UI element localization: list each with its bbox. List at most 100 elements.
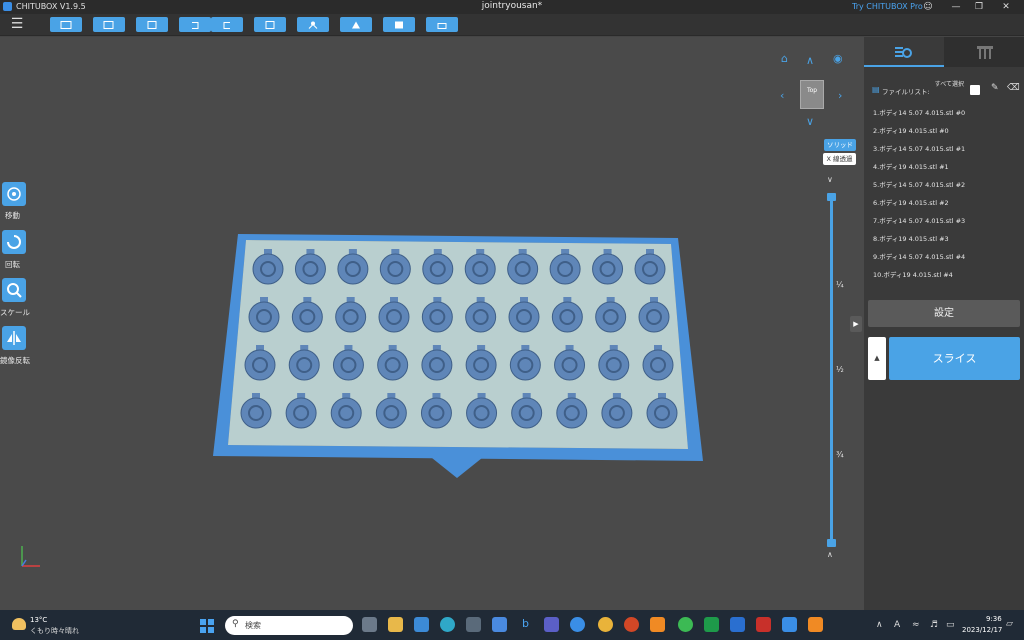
tab-slice-settings[interactable]	[864, 37, 944, 67]
3d-viewport[interactable]: 移動 回転 スケール 鏡像反転 ⌂ ∧ ◉ ‹ › ∨ Top ソリッド X 線…	[0, 37, 864, 610]
chitubox-taskbar-icon[interactable]	[570, 617, 585, 632]
app-icon[interactable]	[730, 617, 745, 632]
excel-icon[interactable]	[704, 617, 719, 632]
layer-slider-bottom-handle[interactable]	[827, 539, 836, 547]
export-button[interactable]	[254, 17, 286, 32]
file-list-item[interactable]: 6.ボディ19 4.015.stl #2	[873, 197, 949, 207]
file-explorer-icon[interactable]	[388, 617, 403, 632]
wifi-icon[interactable]: ≈	[912, 620, 920, 630]
xray-view-button[interactable]: X 線透過	[823, 153, 856, 165]
rotate-tool-button[interactable]	[2, 230, 26, 254]
slider-up-icon[interactable]: ∧	[827, 550, 833, 559]
export-icon	[265, 20, 275, 29]
mirror-tool-button[interactable]	[2, 326, 26, 350]
toolbar: ☰	[0, 14, 1024, 36]
rotate-icon	[7, 235, 21, 249]
weather-description[interactable]: くもり時々晴れ	[30, 626, 79, 636]
fusion-icon[interactable]	[650, 617, 665, 632]
clock-time[interactable]: 9:36	[986, 615, 1002, 623]
close-icon[interactable]: ✕	[1000, 1, 1012, 13]
start-icon[interactable]	[200, 618, 214, 633]
mail-icon[interactable]	[414, 617, 429, 632]
store-icon[interactable]	[466, 617, 481, 632]
scale-tool-button[interactable]	[2, 278, 26, 302]
file-list-item[interactable]: 10.ボディ19 4.015.stl #4	[873, 269, 953, 279]
hollow-button[interactable]	[340, 17, 372, 32]
delete-icon[interactable]: ⌫	[1007, 83, 1020, 93]
task-view-icon[interactable]	[362, 617, 377, 632]
acrobat-icon[interactable]	[756, 617, 771, 632]
home-view-icon[interactable]: ⌂	[781, 52, 788, 65]
right-panel: ▤ ファイルリスト: すべて選択 ✎ ⌫ 1.ボディ14 5.07 4.015.…	[864, 37, 1024, 610]
view-cube[interactable]: Top	[800, 80, 824, 109]
tab-support[interactable]	[944, 37, 1024, 67]
account-icon[interactable]: ☺	[922, 1, 934, 13]
rotate-left-icon[interactable]: ‹	[780, 89, 784, 102]
notification-icon[interactable]: ▱	[1006, 619, 1013, 629]
import-button[interactable]	[136, 17, 168, 32]
eye-icon[interactable]: ◉	[833, 52, 843, 65]
minimize-icon[interactable]: —	[950, 1, 962, 13]
file-list-item[interactable]: 8.ボディ19 4.015.stl #3	[873, 233, 949, 243]
layout-button[interactable]	[383, 17, 415, 32]
settings-button[interactable]: 設定	[868, 300, 1020, 327]
move-icon	[7, 187, 21, 201]
battery-icon[interactable]: ▭	[946, 620, 955, 630]
file-list-item[interactable]: 9.ボディ14 5.07 4.015.stl #4	[873, 251, 965, 261]
line-icon[interactable]	[678, 617, 693, 632]
file-list-icon: ▤	[872, 85, 880, 94]
rotate-up-icon[interactable]: ∧	[806, 54, 814, 67]
panel-collapse-button[interactable]: ▶	[850, 316, 862, 332]
chrome-icon[interactable]	[598, 617, 613, 632]
chevron-up-icon[interactable]: ∧	[876, 620, 883, 630]
volume-icon[interactable]: ♬	[930, 620, 938, 630]
clock-date[interactable]: 2023/12/17	[962, 626, 1002, 634]
layer-slider-track[interactable]	[830, 197, 833, 543]
photos-icon[interactable]	[492, 617, 507, 632]
ime-icon[interactable]: A	[894, 620, 900, 630]
try-pro-link[interactable]: Try CHITUBOX Pro	[852, 2, 923, 11]
print-icon	[437, 22, 447, 29]
slice-button[interactable]: スライス	[889, 337, 1020, 380]
solid-view-button[interactable]: ソリッド	[824, 139, 856, 151]
save-button[interactable]	[93, 17, 125, 32]
file-list-item[interactable]: 5.ボディ14 5.07 4.015.stl #2	[873, 179, 965, 189]
weather-icon[interactable]	[12, 618, 26, 630]
scale-icon	[7, 283, 22, 298]
print-button[interactable]	[426, 17, 458, 32]
file-list-item[interactable]: 7.ボディ14 5.07 4.015.stl #3	[873, 215, 965, 225]
file-list-item[interactable]: 4.ボディ19 4.015.stl #1	[873, 161, 949, 171]
rotate-right-icon[interactable]: ›	[838, 89, 842, 102]
mirror-icon	[7, 331, 21, 345]
weather-temperature[interactable]: 13°C	[30, 616, 47, 624]
rotate-down-icon[interactable]: ∨	[806, 115, 814, 128]
windows-taskbar	[0, 610, 1024, 640]
mirror-tool-label: 鏡像反転	[0, 356, 30, 365]
rotate-tool-label: 回転	[5, 260, 20, 269]
slider-down-icon[interactable]: ∨	[827, 175, 833, 184]
open-file-button[interactable]	[50, 17, 82, 32]
menu-icon[interactable]: ☰	[9, 17, 25, 33]
file-list-item[interactable]: 1.ボディ14 5.07 4.015.stl #0	[873, 107, 965, 117]
slice-options-toggle[interactable]: ▲	[868, 337, 886, 380]
support-button[interactable]	[297, 17, 329, 32]
slider-quarter-label: ¼	[836, 280, 844, 289]
teams-icon[interactable]	[544, 617, 559, 632]
layer-slider-top-handle[interactable]	[827, 193, 836, 201]
bing-icon[interactable]: b	[518, 617, 533, 632]
build-plate-scene[interactable]	[0, 37, 864, 610]
edge-icon[interactable]	[440, 617, 455, 632]
restore-icon[interactable]: ❐	[973, 1, 985, 13]
edit-icon[interactable]: ✎	[991, 83, 999, 93]
slider-half-label: ½	[836, 365, 844, 374]
select-all-checkbox[interactable]	[970, 85, 980, 95]
move-tool-button[interactable]	[2, 182, 26, 206]
powerpoint-icon[interactable]	[624, 617, 639, 632]
file-list-item[interactable]: 3.ボディ14 5.07 4.015.stl #1	[873, 143, 965, 153]
file-list-item[interactable]: 2.ボディ19 4.015.stl #0	[873, 125, 949, 135]
chitubox-active-icon[interactable]	[782, 617, 797, 632]
fusion-active-icon[interactable]	[808, 617, 823, 632]
redo-button[interactable]	[211, 17, 243, 32]
redo-icon	[223, 21, 230, 29]
undo-button[interactable]	[179, 17, 211, 32]
